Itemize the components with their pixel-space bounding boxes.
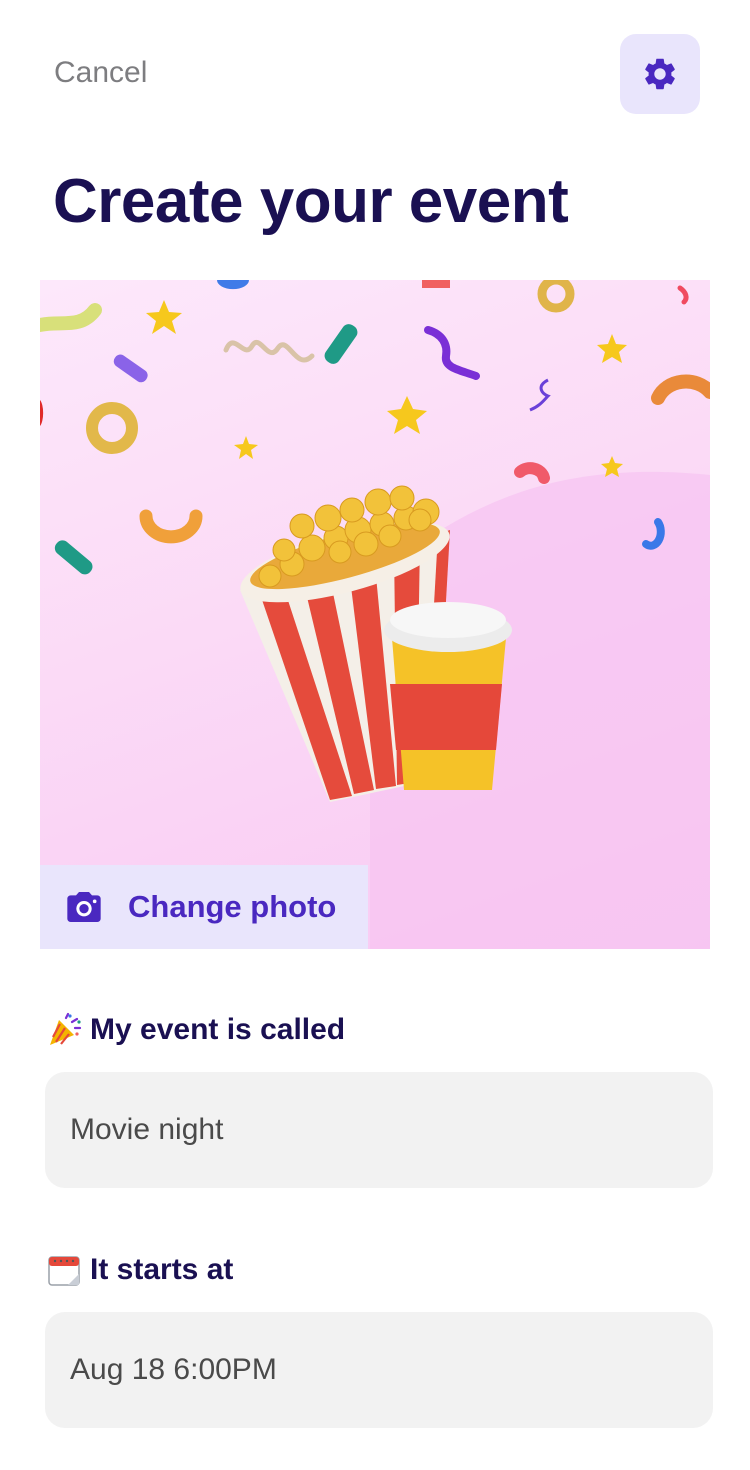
start-time-value: Aug 18 6:00PM [70, 1353, 277, 1386]
start-time-label-text: It starts at [90, 1253, 234, 1286]
event-name-label: My event is called [46, 1012, 345, 1048]
start-time-input[interactable]: Aug 18 6:00PM [45, 1312, 713, 1428]
camera-icon [67, 892, 101, 922]
calendar-icon [48, 1256, 80, 1286]
settings-button[interactable] [620, 34, 700, 114]
page-title: Create your event [53, 167, 569, 236]
change-photo-button[interactable]: Change photo [40, 865, 368, 949]
event-name-label-text: My event is called [90, 1013, 346, 1046]
cancel-button[interactable]: Cancel [54, 56, 147, 90]
event-photo: Change photo [40, 280, 710, 949]
event-name-value: Movie night [70, 1113, 224, 1146]
event-name-input[interactable]: Movie night [45, 1072, 713, 1188]
start-time-label: It starts at [46, 1252, 233, 1288]
gear-icon [645, 58, 675, 90]
popcorn-illustration [40, 280, 710, 949]
party-popper-icon [50, 1012, 82, 1045]
change-photo-label: Change photo [128, 889, 337, 924]
